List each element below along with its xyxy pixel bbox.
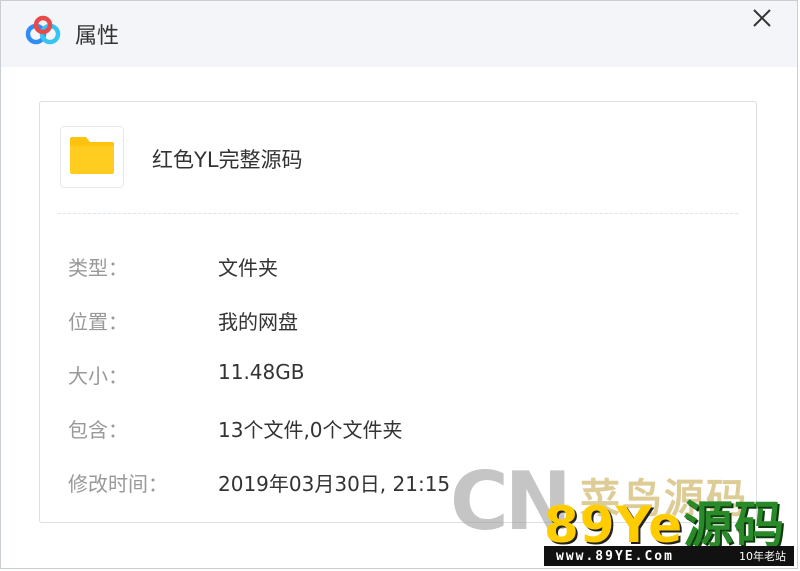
divider xyxy=(58,213,738,214)
properties-dialog: 属性 红色YL完整源码 类型： 文件夹 位置： 我的网盘 大小： 11.48GB… xyxy=(0,0,798,569)
property-label: 类型： xyxy=(68,256,128,280)
property-label: 大小： xyxy=(68,364,128,388)
property-label: 修改时间： xyxy=(68,472,168,496)
file-name: 红色YL完整源码 xyxy=(152,148,303,172)
dialog-title: 属性 xyxy=(75,24,120,49)
property-value: 我的网盘 xyxy=(218,310,298,334)
close-button[interactable] xyxy=(749,7,775,33)
property-value: 2019年03月30日, 21:15 xyxy=(218,472,451,496)
folder-thumbnail xyxy=(60,126,124,188)
property-value: 11.48GB xyxy=(218,360,305,384)
property-label: 包含： xyxy=(68,418,128,442)
property-label: 位置： xyxy=(68,310,128,334)
cloud-logo-icon xyxy=(23,15,63,47)
title-bar: 属性 xyxy=(1,1,797,67)
property-value: 文件夹 xyxy=(218,256,278,280)
properties-panel: 红色YL完整源码 类型： 文件夹 位置： 我的网盘 大小： 11.48GB 包含… xyxy=(39,101,757,523)
folder-icon xyxy=(68,135,116,179)
property-value: 13个文件,0个文件夹 xyxy=(218,418,403,442)
close-icon[interactable] xyxy=(751,7,773,33)
